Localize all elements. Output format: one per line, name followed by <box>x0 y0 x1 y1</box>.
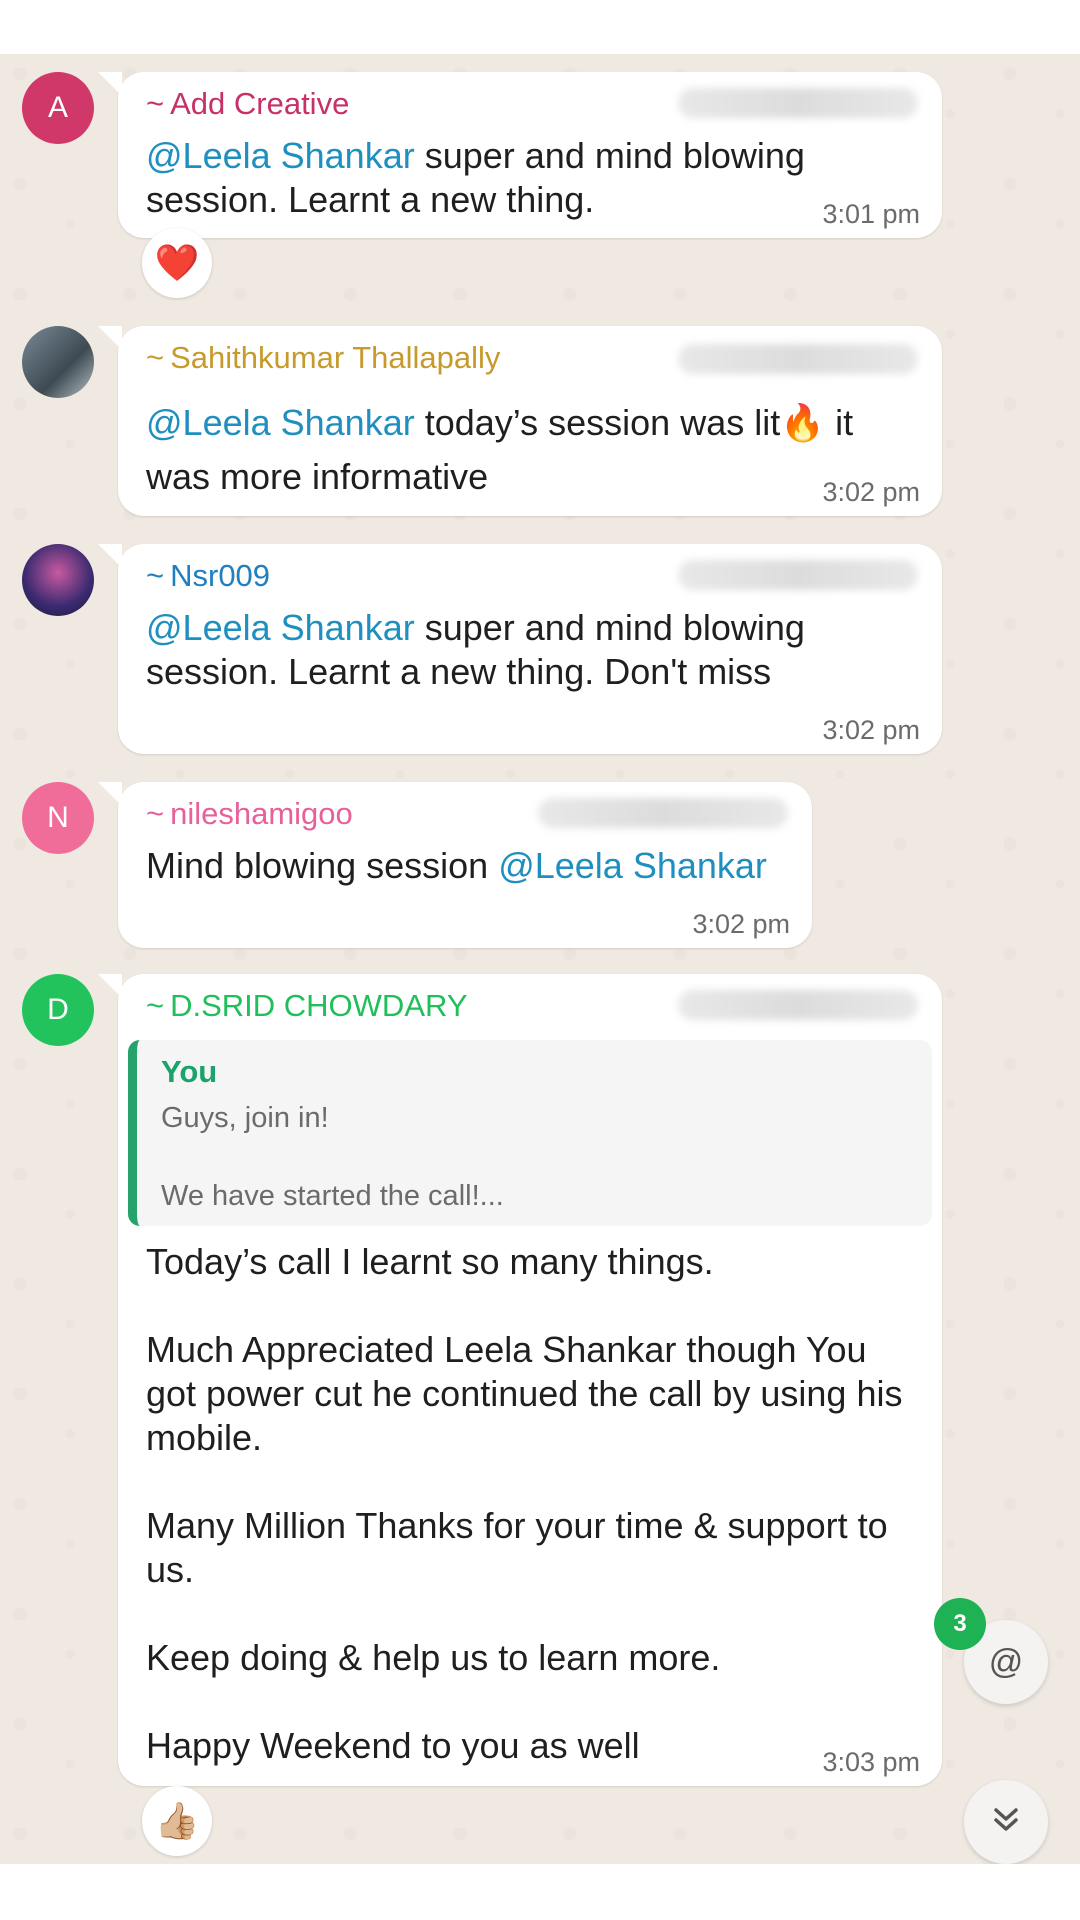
avatar-letter: A <box>47 91 68 124</box>
quote-author: You <box>161 1054 218 1089</box>
heart-reaction-icon[interactable]: ❤️ <box>142 228 212 298</box>
message-text: @Leela Shankar super and mind blowing se… <box>146 135 815 220</box>
sender-phone-redacted <box>678 990 918 1020</box>
scroll-to-bottom-button[interactable] <box>964 1780 1048 1864</box>
thumbs-up-reaction-icon[interactable]: 👍🏼 <box>142 1786 212 1856</box>
fire-emoji-icon: 🔥 <box>780 402 826 443</box>
sender-phone-redacted <box>678 560 918 590</box>
message-bubble[interactable]: ~ nileshamigoo Mind blowing session @Leel… <box>98 782 812 948</box>
mention-link[interactable]: @Leela Shankar <box>146 135 415 176</box>
message-text: Today’s call I learnt so many things. Mu… <box>146 1241 903 1766</box>
mention-link[interactable]: @Leela Shankar <box>498 845 767 886</box>
avatar-letter: D <box>47 993 69 1026</box>
quote-text-line1: Guys, join in! <box>161 1102 329 1134</box>
message-bubble[interactable]: ~ Add Creative @Leela Shankar super and m… <box>98 72 942 238</box>
message-text: @Leela Shankar today’s session was lit🔥 … <box>146 402 864 497</box>
avatar[interactable]: A <box>22 72 94 144</box>
sender-name[interactable]: ~ Nsr009 <box>146 558 270 594</box>
message-bubble[interactable]: ~ Nsr009 @Leela Shankar super and mind bl… <box>98 544 942 754</box>
message-bubble[interactable]: ~ Sahithkumar Thallapally @Leela Shankar … <box>98 326 942 516</box>
sender-name[interactable]: ~ Add Creative <box>146 86 349 122</box>
message-text: @Leela Shankar super and mind blowing se… <box>146 607 815 692</box>
message-time: 3:02 pm <box>822 477 920 507</box>
message-time: 3:02 pm <box>822 715 920 745</box>
avatar[interactable] <box>22 544 94 616</box>
quote-text-line2: We have started the call!... <box>161 1180 504 1212</box>
mention-link[interactable]: @Leela Shankar <box>146 607 415 648</box>
avatar-letter: N <box>47 801 69 834</box>
chat-area[interactable]: A ~ Add Creative @Leela Shankar super and… <box>0 54 1080 1864</box>
avatar[interactable]: N <box>22 782 94 854</box>
double-chevron-down-icon <box>988 1802 1024 1843</box>
message-text: Mind blowing session @Leela Shankar <box>146 845 767 886</box>
avatar[interactable]: D <box>22 974 94 1046</box>
sender-name[interactable]: ~ nileshamigoo <box>146 796 353 832</box>
sender-phone-redacted <box>538 798 788 828</box>
message-time: 3:03 pm <box>822 1747 920 1777</box>
message-bubble[interactable]: ~ D.SRID CHOWDARY You Guys, join in! We h… <box>98 974 942 1786</box>
message-time: 3:01 pm <box>822 199 920 229</box>
mention-link[interactable]: @Leela Shankar <box>146 402 415 443</box>
sender-phone-redacted <box>678 88 918 118</box>
message-time: 3:02 pm <box>692 909 790 939</box>
sender-phone-redacted <box>678 344 918 374</box>
sender-name[interactable]: ~ D.SRID CHOWDARY <box>146 988 468 1024</box>
quoted-message[interactable]: You Guys, join in! We have started the c… <box>128 1040 932 1226</box>
at-icon: @ <box>988 1642 1024 1681</box>
sender-name[interactable]: ~ Sahithkumar Thallapally <box>146 340 500 376</box>
unread-mentions-badge: 3 <box>934 1598 986 1650</box>
avatar[interactable] <box>22 326 94 398</box>
